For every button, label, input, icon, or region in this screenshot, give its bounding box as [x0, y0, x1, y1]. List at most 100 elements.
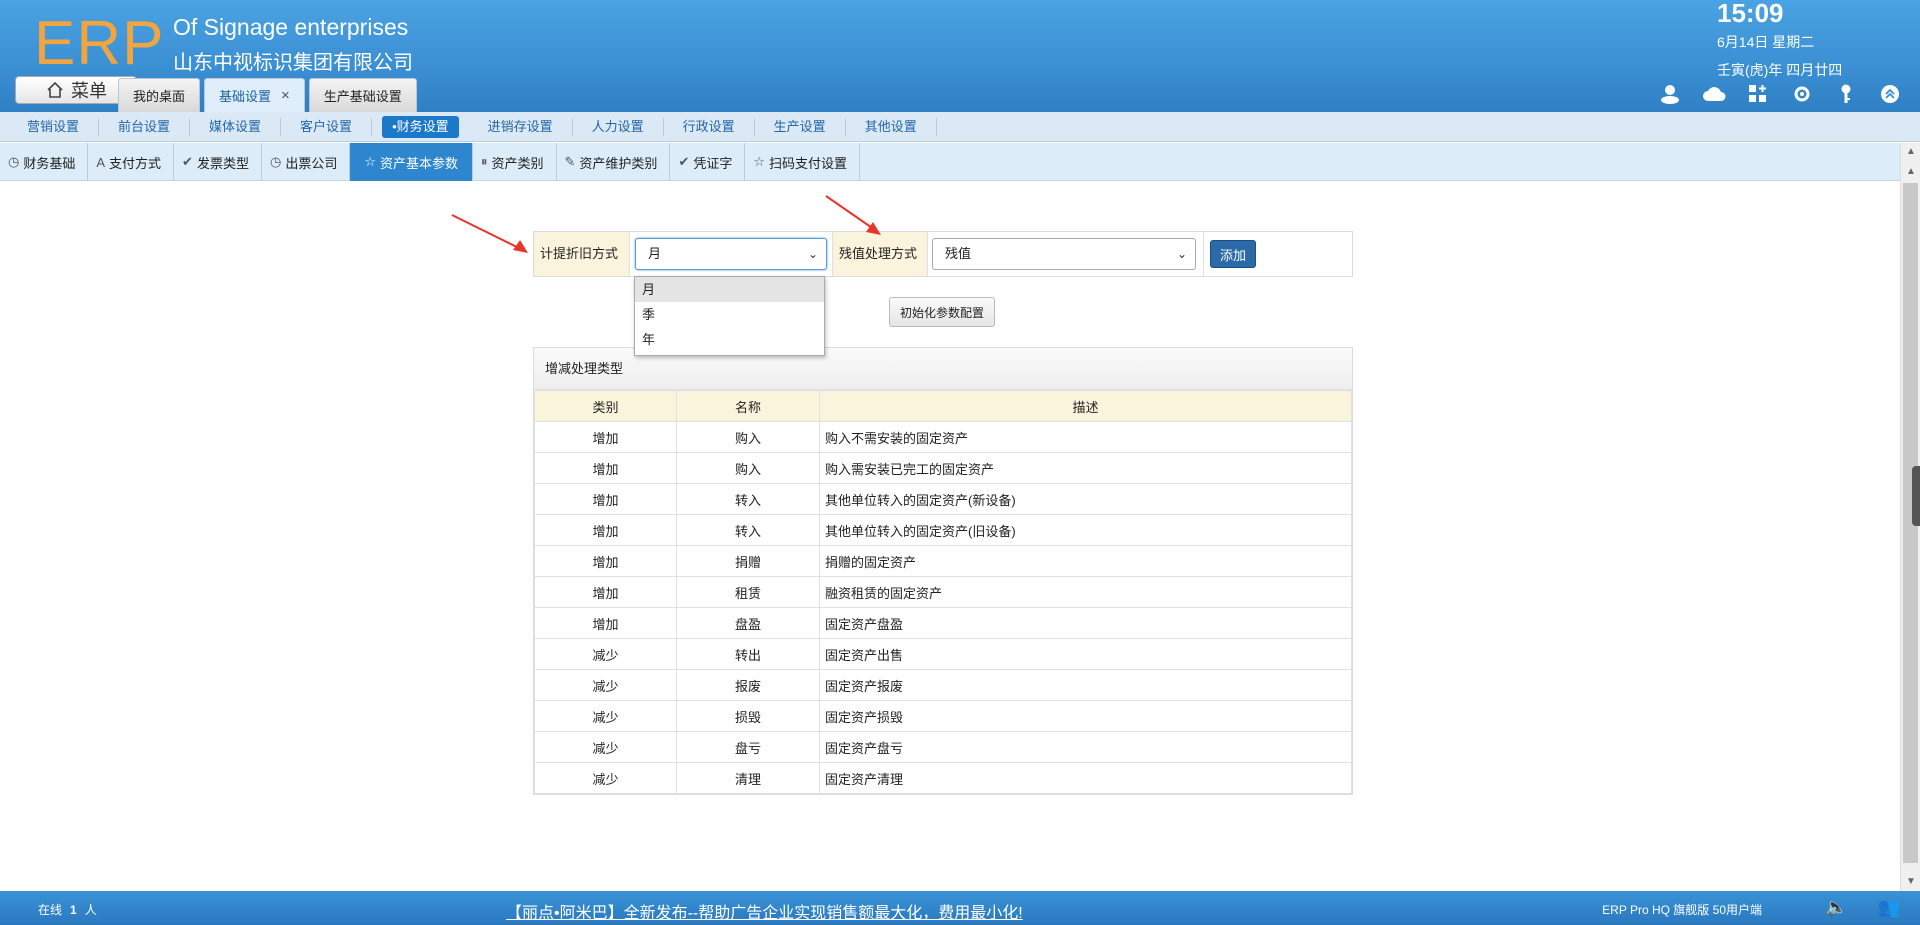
- key-icon[interactable]: [1834, 82, 1858, 106]
- finance-subnav: ◷ 财务基础 A 支付方式 ✔ 发票类型 ◷ 出票公司 ☆ 资产基本参数 ⏸ 资产类别 ✎ 资…: [0, 143, 1900, 181]
- init-params-button[interactable]: 初始化参数配置: [889, 297, 995, 327]
- cell-category: 减少: [534, 669, 677, 701]
- option-quarter[interactable]: 季: [635, 302, 824, 327]
- cell-description: 固定资产盘亏: [819, 731, 1352, 763]
- nav-admin-settings[interactable]: 行政设置: [664, 117, 755, 136]
- pencil-icon: ✎: [564, 154, 576, 169]
- gear-icon[interactable]: [1790, 82, 1814, 106]
- change-types-table: 类别 名称 描述 增加 购入 购入不需安装的固定资产 增加 购入 购入需安装已完工的固定资…: [534, 390, 1352, 794]
- table-row[interactable]: 增加 租赁 融资租赁的固定资产: [534, 576, 1352, 608]
- table-row[interactable]: 减少 转出 固定资产出售: [534, 638, 1352, 670]
- table-row[interactable]: 减少 报废 固定资产报废: [534, 669, 1352, 701]
- subnav-qr-payment-settings[interactable]: ☆ 扫码支付设置: [745, 143, 861, 181]
- clock: 15:09 6月14日 星期二 壬寅(虎)年 四月廿四: [1717, 0, 1857, 80]
- table-row[interactable]: 增加 转入 其他单位转入的固定资产(新设备): [534, 483, 1352, 515]
- cloud-icon[interactable]: [1702, 82, 1726, 106]
- scroll-up-arrow[interactable]: ▲: [1901, 143, 1920, 161]
- subnav-issuing-company[interactable]: ◷ 出票公司: [262, 143, 351, 181]
- apps-icon[interactable]: [1746, 82, 1770, 106]
- close-icon[interactable]: ×: [281, 87, 290, 104]
- user-icon[interactable]: [1658, 82, 1682, 106]
- erp-logo: ERP: [34, 9, 165, 78]
- nav-marketing-settings[interactable]: 营销设置: [8, 117, 100, 136]
- clock-time: 15:09: [1717, 0, 1784, 28]
- cell-name: 购入: [676, 421, 820, 453]
- subnav-invoice-types[interactable]: ✔ 发票类型: [174, 143, 262, 181]
- clock-lunar-date: 壬寅(虎)年 四月廿四: [1717, 62, 1843, 78]
- nav-other-settings[interactable]: 其他设置: [846, 117, 937, 136]
- table-row[interactable]: 增加 盘盈 固定资产盘盈: [534, 607, 1352, 639]
- cell-category: 增加: [534, 452, 677, 484]
- nav-media-settings[interactable]: 媒体设置: [190, 117, 282, 136]
- check-icon: ✔: [182, 154, 193, 169]
- check-icon: ✔: [678, 154, 690, 169]
- tab-production-basic-settings[interactable]: 生产基础设置: [308, 78, 417, 112]
- scroll-up-arrow[interactable]: ▲: [1901, 163, 1920, 181]
- version-label: ERP Pro HQ 旗舰版 50用户端: [1602, 903, 1762, 917]
- announcement-link[interactable]: 【丽点•阿米巴】全新发布--帮助广告企业实现销售额最大化，费用最小化!: [506, 899, 1023, 923]
- nav-hr-settings[interactable]: 人力设置: [573, 117, 664, 136]
- cell-description: 购入需安装已完工的固定资产: [819, 452, 1352, 484]
- star-icon: ☆: [753, 154, 766, 169]
- scroll-down-arrow[interactable]: ▼: [1901, 873, 1920, 891]
- column-header-name: 名称: [676, 390, 820, 422]
- cell-category: 增加: [534, 421, 677, 453]
- header-icon-bar: [1658, 82, 1902, 106]
- subnav-label: 财务基础: [23, 155, 76, 171]
- cell-name: 盘盈: [676, 607, 820, 639]
- select-value: 残值: [945, 246, 972, 261]
- online-unit: 人: [84, 903, 97, 917]
- cell-name: 转入: [676, 514, 820, 546]
- nav-inventory-settings[interactable]: 进销存设置: [469, 117, 573, 136]
- column-header-description: 描述: [819, 390, 1352, 422]
- subnav-asset-maintenance-categories[interactable]: ✎ 资产维护类别: [557, 143, 671, 181]
- table-row[interactable]: 增加 转入 其他单位转入的固定资产(旧设备): [534, 514, 1352, 546]
- option-year[interactable]: 年: [635, 327, 824, 352]
- users-icon[interactable]: 👥: [1878, 897, 1900, 918]
- nav-production-settings[interactable]: 生产设置: [755, 117, 846, 136]
- cell-category: 减少: [534, 731, 677, 763]
- nav-customer-settings[interactable]: 客户设置: [281, 117, 373, 136]
- add-button[interactable]: 添加: [1210, 240, 1256, 268]
- table-row[interactable]: 减少 清理 固定资产清理: [534, 762, 1352, 794]
- tab-basic-settings[interactable]: 基础设置 ×: [204, 78, 305, 112]
- residual-method-select[interactable]: 残值 ⌄: [932, 238, 1196, 270]
- cell-name: 清理: [676, 762, 820, 794]
- subnav-label: 资产基本参数: [379, 155, 458, 171]
- cell-description: 捐赠的固定资产: [819, 545, 1352, 577]
- subnav-label: 凭证字: [693, 155, 733, 171]
- table-row[interactable]: 增加 购入 购入不需安装的固定资产: [534, 421, 1352, 453]
- tab-my-desktop[interactable]: 我的桌面: [118, 78, 201, 112]
- online-users: 在线 1 人: [38, 901, 97, 918]
- nav-finance-settings[interactable]: •财务设置: [382, 115, 459, 138]
- cell-description: 固定资产出售: [819, 638, 1352, 670]
- cell-category: 减少: [534, 762, 677, 794]
- subnav-finance-basic[interactable]: ◷ 财务基础: [0, 143, 89, 181]
- nav-frontdesk-settings[interactable]: 前台设置: [99, 117, 191, 136]
- subnav-payment-methods[interactable]: A 支付方式: [88, 143, 175, 181]
- status-bar: 在线 1 人 【丽点•阿米巴】全新发布--帮助广告企业实现销售额最大化，费用最小化!…: [0, 891, 1920, 925]
- table-row[interactable]: 减少 盘亏 固定资产盘亏: [534, 731, 1352, 763]
- subnav-label: 资产维护类别: [579, 155, 658, 171]
- speaker-icon[interactable]: 🔈: [1825, 897, 1847, 918]
- option-month[interactable]: 月: [635, 277, 824, 302]
- chevron-down-icon: ⌄: [1176, 247, 1187, 261]
- tab-label: 基础设置: [219, 89, 272, 104]
- depreciation-method-select[interactable]: 月 ⌄: [635, 238, 827, 270]
- subnav-asset-categories[interactable]: ⏸ 资产类别: [473, 143, 557, 181]
- subnav-voucher-words[interactable]: ✔ 凭证字: [670, 143, 746, 181]
- collapse-icon[interactable]: [1878, 82, 1902, 106]
- subnav-asset-basic-params[interactable]: ☆ 资产基本参数: [350, 143, 473, 181]
- cell-description: 融资租赁的固定资产: [819, 576, 1352, 608]
- table-row[interactable]: 增加 捐赠 捐赠的固定资产: [534, 545, 1352, 577]
- cell-name: 购入: [676, 452, 820, 484]
- side-drawer-handle[interactable]: [1912, 466, 1920, 526]
- table-row[interactable]: 增加 购入 购入需安装已完工的固定资产: [534, 452, 1352, 484]
- divider: [1203, 232, 1204, 276]
- cell-description: 固定资产盘盈: [819, 607, 1352, 639]
- arrow-to-residual: [825, 195, 879, 233]
- table-body: 增加 购入 购入不需安装的固定资产 增加 购入 购入需安装已完工的固定资产 增加 转入 其他单位…: [534, 421, 1352, 794]
- cell-category: 增加: [534, 483, 677, 515]
- online-count: 1: [70, 903, 77, 917]
- table-row[interactable]: 减少 损毁 固定资产损毁: [534, 700, 1352, 732]
